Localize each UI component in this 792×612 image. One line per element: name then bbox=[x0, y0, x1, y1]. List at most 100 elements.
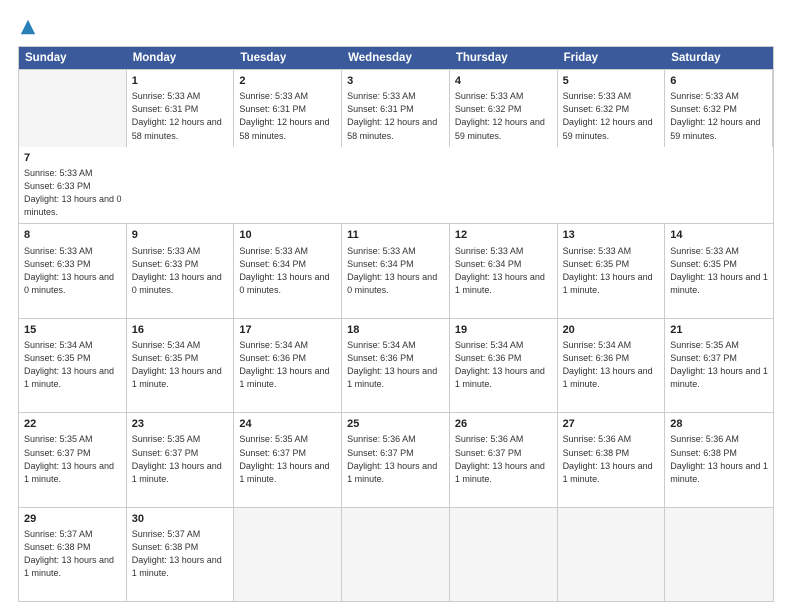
cell-info: Sunrise: 5:33 AMSunset: 6:33 PMDaylight:… bbox=[24, 168, 122, 217]
cal-cell-empty bbox=[665, 508, 773, 601]
cal-cell-day-28: 28 Sunrise: 5:36 AMSunset: 6:38 PMDaylig… bbox=[665, 413, 773, 506]
day-number: 24 bbox=[239, 417, 336, 432]
cal-cell-empty bbox=[342, 508, 450, 601]
cell-info: Sunrise: 5:33 AMSunset: 6:34 PMDaylight:… bbox=[239, 246, 329, 295]
cal-cell-day-5: 5 Sunrise: 5:33 AMSunset: 6:32 PMDayligh… bbox=[558, 70, 666, 147]
day-number: 30 bbox=[132, 512, 229, 527]
day-number: 25 bbox=[347, 417, 444, 432]
day-number: 6 bbox=[670, 74, 767, 89]
logo-icon bbox=[19, 18, 37, 36]
cal-cell-day-6: 6 Sunrise: 5:33 AMSunset: 6:32 PMDayligh… bbox=[665, 70, 773, 147]
cell-info: Sunrise: 5:33 AMSunset: 6:34 PMDaylight:… bbox=[347, 246, 437, 295]
calendar-row-2: 8 Sunrise: 5:33 AMSunset: 6:33 PMDayligh… bbox=[19, 223, 773, 317]
cal-cell-day-2: 2 Sunrise: 5:33 AMSunset: 6:31 PMDayligh… bbox=[234, 70, 342, 147]
cell-info: Sunrise: 5:36 AMSunset: 6:38 PMDaylight:… bbox=[563, 434, 653, 483]
cal-cell-day-14: 14 Sunrise: 5:33 AMSunset: 6:35 PMDaylig… bbox=[665, 224, 773, 317]
calendar-row-1: 1 Sunrise: 5:33 AMSunset: 6:31 PMDayligh… bbox=[19, 69, 773, 223]
cal-cell-day-7: 7 Sunrise: 5:33 AMSunset: 6:33 PMDayligh… bbox=[19, 147, 127, 224]
cal-cell-day-27: 27 Sunrise: 5:36 AMSunset: 6:38 PMDaylig… bbox=[558, 413, 666, 506]
cell-info: Sunrise: 5:33 AMSunset: 6:31 PMDaylight:… bbox=[132, 91, 222, 140]
cell-info: Sunrise: 5:35 AMSunset: 6:37 PMDaylight:… bbox=[24, 434, 114, 483]
cell-info: Sunrise: 5:37 AMSunset: 6:38 PMDaylight:… bbox=[132, 529, 222, 578]
cell-info: Sunrise: 5:33 AMSunset: 6:33 PMDaylight:… bbox=[24, 246, 114, 295]
cal-cell-day-18: 18 Sunrise: 5:34 AMSunset: 6:36 PMDaylig… bbox=[342, 319, 450, 412]
cal-cell-day-13: 13 Sunrise: 5:33 AMSunset: 6:35 PMDaylig… bbox=[558, 224, 666, 317]
cal-cell-day-11: 11 Sunrise: 5:33 AMSunset: 6:34 PMDaylig… bbox=[342, 224, 450, 317]
day-header-wednesday: Wednesday bbox=[342, 47, 450, 69]
day-number: 18 bbox=[347, 323, 444, 338]
day-number: 3 bbox=[347, 74, 444, 89]
cell-info: Sunrise: 5:34 AMSunset: 6:36 PMDaylight:… bbox=[455, 340, 545, 389]
day-number: 17 bbox=[239, 323, 336, 338]
cal-cell-day-26: 26 Sunrise: 5:36 AMSunset: 6:37 PMDaylig… bbox=[450, 413, 558, 506]
cell-info: Sunrise: 5:36 AMSunset: 6:38 PMDaylight:… bbox=[670, 434, 768, 483]
calendar-row-5: 29 Sunrise: 5:37 AMSunset: 6:38 PMDaylig… bbox=[19, 507, 773, 601]
cell-info: Sunrise: 5:33 AMSunset: 6:35 PMDaylight:… bbox=[670, 246, 768, 295]
day-number: 13 bbox=[563, 228, 660, 243]
day-number: 8 bbox=[24, 228, 121, 243]
cell-info: Sunrise: 5:36 AMSunset: 6:37 PMDaylight:… bbox=[455, 434, 545, 483]
cell-info: Sunrise: 5:33 AMSunset: 6:31 PMDaylight:… bbox=[239, 91, 329, 140]
day-number: 26 bbox=[455, 417, 552, 432]
cal-cell-day-8: 8 Sunrise: 5:33 AMSunset: 6:33 PMDayligh… bbox=[19, 224, 127, 317]
day-number: 11 bbox=[347, 228, 444, 243]
cal-cell-day-3: 3 Sunrise: 5:33 AMSunset: 6:31 PMDayligh… bbox=[342, 70, 450, 147]
cell-info: Sunrise: 5:33 AMSunset: 6:35 PMDaylight:… bbox=[563, 246, 653, 295]
cell-info: Sunrise: 5:33 AMSunset: 6:34 PMDaylight:… bbox=[455, 246, 545, 295]
cal-cell-day-16: 16 Sunrise: 5:34 AMSunset: 6:35 PMDaylig… bbox=[127, 319, 235, 412]
cal-cell-day-9: 9 Sunrise: 5:33 AMSunset: 6:33 PMDayligh… bbox=[127, 224, 235, 317]
page: SundayMondayTuesdayWednesdayThursdayFrid… bbox=[0, 0, 792, 612]
day-number: 7 bbox=[24, 151, 122, 166]
cell-info: Sunrise: 5:33 AMSunset: 6:32 PMDaylight:… bbox=[563, 91, 653, 140]
calendar-body: 1 Sunrise: 5:33 AMSunset: 6:31 PMDayligh… bbox=[19, 69, 773, 601]
day-header-thursday: Thursday bbox=[450, 47, 558, 69]
day-number: 21 bbox=[670, 323, 768, 338]
day-number: 28 bbox=[670, 417, 768, 432]
cell-info: Sunrise: 5:33 AMSunset: 6:33 PMDaylight:… bbox=[132, 246, 222, 295]
cal-cell-day-20: 20 Sunrise: 5:34 AMSunset: 6:36 PMDaylig… bbox=[558, 319, 666, 412]
day-header-tuesday: Tuesday bbox=[234, 47, 342, 69]
cell-info: Sunrise: 5:33 AMSunset: 6:31 PMDaylight:… bbox=[347, 91, 437, 140]
cell-info: Sunrise: 5:34 AMSunset: 6:35 PMDaylight:… bbox=[132, 340, 222, 389]
cal-cell-day-4: 4 Sunrise: 5:33 AMSunset: 6:32 PMDayligh… bbox=[450, 70, 558, 147]
cal-cell-day-30: 30 Sunrise: 5:37 AMSunset: 6:38 PMDaylig… bbox=[127, 508, 235, 601]
header bbox=[18, 18, 774, 36]
day-number: 29 bbox=[24, 512, 121, 527]
cal-cell-day-24: 24 Sunrise: 5:35 AMSunset: 6:37 PMDaylig… bbox=[234, 413, 342, 506]
day-number: 4 bbox=[455, 74, 552, 89]
cal-cell-day-1: 1 Sunrise: 5:33 AMSunset: 6:31 PMDayligh… bbox=[127, 70, 235, 147]
cal-cell-day-17: 17 Sunrise: 5:34 AMSunset: 6:36 PMDaylig… bbox=[234, 319, 342, 412]
day-header-friday: Friday bbox=[558, 47, 666, 69]
cal-cell-day-21: 21 Sunrise: 5:35 AMSunset: 6:37 PMDaylig… bbox=[665, 319, 773, 412]
cell-info: Sunrise: 5:33 AMSunset: 6:32 PMDaylight:… bbox=[670, 91, 760, 140]
cell-info: Sunrise: 5:35 AMSunset: 6:37 PMDaylight:… bbox=[132, 434, 222, 483]
cell-info: Sunrise: 5:34 AMSunset: 6:36 PMDaylight:… bbox=[239, 340, 329, 389]
cal-cell-empty bbox=[558, 508, 666, 601]
cell-info: Sunrise: 5:35 AMSunset: 6:37 PMDaylight:… bbox=[239, 434, 329, 483]
day-number: 12 bbox=[455, 228, 552, 243]
cal-cell-day-19: 19 Sunrise: 5:34 AMSunset: 6:36 PMDaylig… bbox=[450, 319, 558, 412]
day-number: 10 bbox=[239, 228, 336, 243]
calendar-row-4: 22 Sunrise: 5:35 AMSunset: 6:37 PMDaylig… bbox=[19, 412, 773, 506]
cell-info: Sunrise: 5:37 AMSunset: 6:38 PMDaylight:… bbox=[24, 529, 114, 578]
cell-info: Sunrise: 5:34 AMSunset: 6:35 PMDaylight:… bbox=[24, 340, 114, 389]
calendar: SundayMondayTuesdayWednesdayThursdayFrid… bbox=[18, 46, 774, 602]
logo bbox=[18, 18, 37, 36]
cell-info: Sunrise: 5:34 AMSunset: 6:36 PMDaylight:… bbox=[563, 340, 653, 389]
cal-cell-day-23: 23 Sunrise: 5:35 AMSunset: 6:37 PMDaylig… bbox=[127, 413, 235, 506]
cal-cell-day-12: 12 Sunrise: 5:33 AMSunset: 6:34 PMDaylig… bbox=[450, 224, 558, 317]
cal-cell-day-15: 15 Sunrise: 5:34 AMSunset: 6:35 PMDaylig… bbox=[19, 319, 127, 412]
cell-info: Sunrise: 5:36 AMSunset: 6:37 PMDaylight:… bbox=[347, 434, 437, 483]
day-number: 1 bbox=[132, 74, 229, 89]
day-number: 2 bbox=[239, 74, 336, 89]
day-number: 22 bbox=[24, 417, 121, 432]
day-header-saturday: Saturday bbox=[665, 47, 773, 69]
calendar-header: SundayMondayTuesdayWednesdayThursdayFrid… bbox=[19, 47, 773, 69]
cal-cell-day-22: 22 Sunrise: 5:35 AMSunset: 6:37 PMDaylig… bbox=[19, 413, 127, 506]
day-number: 23 bbox=[132, 417, 229, 432]
day-header-sunday: Sunday bbox=[19, 47, 127, 69]
cal-cell-empty bbox=[19, 70, 127, 147]
cell-info: Sunrise: 5:35 AMSunset: 6:37 PMDaylight:… bbox=[670, 340, 768, 389]
day-number: 16 bbox=[132, 323, 229, 338]
cal-cell-day-29: 29 Sunrise: 5:37 AMSunset: 6:38 PMDaylig… bbox=[19, 508, 127, 601]
